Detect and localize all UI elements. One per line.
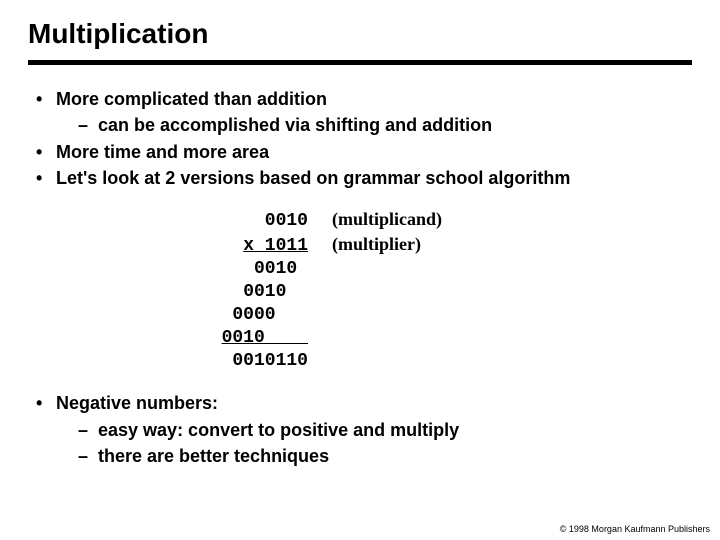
- sub-bullet-text: there are better techniques: [98, 446, 329, 466]
- sub-bullet-text: easy way: convert to positive and multip…: [98, 420, 459, 440]
- calc-value: 0010: [28, 210, 308, 233]
- calc-value: 0010110: [28, 350, 308, 373]
- calc-row-partial: 0010: [28, 281, 692, 304]
- calc-value: 0010: [28, 327, 308, 350]
- bullet-list-negative: Negative numbers: easy way: convert to p…: [28, 391, 692, 468]
- bullet-item: More complicated than addition can be ac…: [34, 87, 692, 138]
- calc-value: 0000: [28, 304, 308, 327]
- sub-bullet-item: there are better techniques: [78, 444, 692, 468]
- calc-row-multiplier: x 1011 (multiplier): [28, 233, 692, 258]
- sub-bullet-list: can be accomplished via shifting and add…: [56, 113, 692, 137]
- slide: Multiplication More complicated than add…: [0, 0, 720, 468]
- calc-row-partial: 0000: [28, 304, 692, 327]
- bullet-text: More complicated than addition: [56, 89, 327, 109]
- calc-row-partial: 0010: [28, 258, 692, 281]
- calc-row-multiplicand: 0010 (multiplicand): [28, 208, 692, 233]
- bullet-list: More complicated than addition can be ac…: [28, 87, 692, 190]
- copyright-notice: © 1998 Morgan Kaufmann Publishers: [560, 524, 710, 534]
- page-title: Multiplication: [28, 18, 692, 50]
- bullet-item: Negative numbers: easy way: convert to p…: [34, 391, 692, 468]
- bullet-item: More time and more area: [34, 140, 692, 164]
- bullet-text: Negative numbers:: [56, 393, 218, 413]
- sub-bullet-list: easy way: convert to positive and multip…: [56, 418, 692, 469]
- title-rule: [28, 60, 692, 65]
- sub-bullet-item: can be accomplished via shifting and add…: [78, 113, 692, 137]
- calc-row-partial: 0010: [28, 327, 692, 350]
- calc-value: 0010: [28, 281, 308, 304]
- calc-row-result: 0010110: [28, 350, 692, 373]
- bullet-text: Let's look at 2 versions based on gramma…: [56, 168, 570, 188]
- sub-bullet-item: easy way: convert to positive and multip…: [78, 418, 692, 442]
- calc-value: x 1011: [28, 235, 308, 258]
- calc-label: (multiplicand): [308, 208, 442, 231]
- multiplication-work: 0010 (multiplicand) x 1011 (multiplier) …: [28, 208, 692, 373]
- bullet-text: More time and more area: [56, 142, 269, 162]
- calc-label: (multiplier): [308, 233, 421, 256]
- sub-bullet-text: can be accomplished via shifting and add…: [98, 115, 492, 135]
- bullet-item: Let's look at 2 versions based on gramma…: [34, 166, 692, 190]
- calc-value: 0010: [28, 258, 308, 281]
